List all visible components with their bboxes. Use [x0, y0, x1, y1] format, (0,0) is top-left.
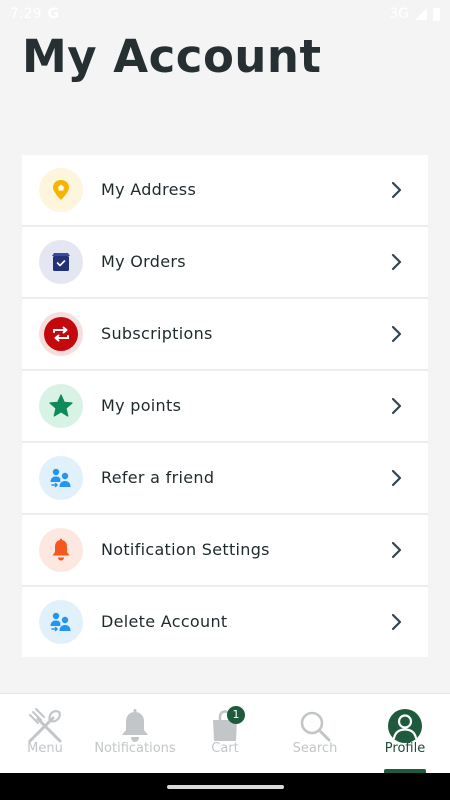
menu-item-label: My points [101, 396, 182, 415]
nav-label: Profile [384, 741, 426, 756]
battery-icon [433, 7, 440, 21]
chevron-right-icon [391, 253, 402, 271]
status-bar: 7:29 G 3G [0, 0, 450, 28]
star-icon [49, 394, 73, 417]
chevron-right-icon [391, 181, 402, 199]
nav-label: Menu [27, 741, 63, 756]
menu-item-delete-account[interactable]: Delete Account [22, 587, 428, 657]
menu-item-my-points[interactable]: My points [22, 371, 428, 441]
nav-label: Search [292, 741, 338, 756]
nav-item-search[interactable]: Search [270, 694, 360, 774]
package-icon [52, 253, 70, 271]
nav-item-menu[interactable]: Menu [0, 694, 90, 774]
status-time: 7:29 [10, 6, 42, 22]
subscriptions-icon-circle [39, 312, 83, 356]
menu-item-label: My Address [101, 180, 197, 199]
page-title: My Account [22, 30, 322, 83]
chevron-right-icon [391, 613, 402, 631]
bottom-nav: Menu Notifications 1 Cart Search Profile [0, 693, 450, 774]
profile-icon [385, 706, 425, 746]
chevron-right-icon [391, 397, 402, 415]
address-icon-circle [39, 168, 83, 212]
menu-item-label: Subscriptions [101, 324, 213, 343]
status-right: 3G [389, 6, 440, 22]
people-icon [50, 612, 71, 632]
menu-item-label: Notification Settings [101, 540, 270, 559]
chevron-right-icon [391, 325, 402, 343]
shopping-bag-icon: 1 [205, 706, 245, 746]
nav-item-cart[interactable]: 1 Cart [180, 694, 270, 774]
chevron-right-icon [391, 469, 402, 487]
menu-item-refer-a-friend[interactable]: Refer a friend [22, 443, 428, 513]
points-icon-circle [39, 384, 83, 428]
menu-item-label: My Orders [101, 252, 186, 271]
status-left: 7:29 G [10, 6, 59, 22]
location-pin-icon [53, 180, 69, 200]
repeat-icon [44, 317, 78, 351]
search-icon [295, 706, 335, 746]
menu-item-label: Refer a friend [101, 468, 215, 487]
bell-icon [115, 706, 155, 746]
menu-item-my-orders[interactable]: My Orders [22, 227, 428, 297]
notification-settings-icon-circle [39, 528, 83, 572]
network-type: 3G [389, 6, 409, 22]
menu-item-subscriptions[interactable]: Subscriptions [22, 299, 428, 369]
refer-icon-circle [39, 456, 83, 500]
menu-item-notification-settings[interactable]: Notification Settings [22, 515, 428, 585]
system-nav-bar [0, 773, 450, 800]
google-icon: G [47, 6, 59, 22]
bell-icon [52, 538, 70, 561]
delete-account-icon-circle [39, 600, 83, 644]
people-icon [50, 468, 71, 488]
home-gesture-pill[interactable] [167, 785, 284, 789]
chevron-right-icon [391, 541, 402, 559]
cart-badge: 1 [227, 706, 245, 724]
account-menu-list: My Address My Orders Subscriptions My po… [22, 155, 428, 657]
nav-label: Notifications [94, 741, 176, 756]
nav-label: Cart [211, 741, 239, 756]
signal-icon [415, 8, 427, 20]
menu-item-my-address[interactable]: My Address [22, 155, 428, 225]
orders-icon-circle [39, 240, 83, 284]
nav-item-notifications[interactable]: Notifications [90, 694, 180, 774]
fork-knife-icon [25, 706, 65, 746]
nav-item-profile[interactable]: Profile [360, 694, 450, 774]
menu-item-label: Delete Account [101, 612, 228, 631]
